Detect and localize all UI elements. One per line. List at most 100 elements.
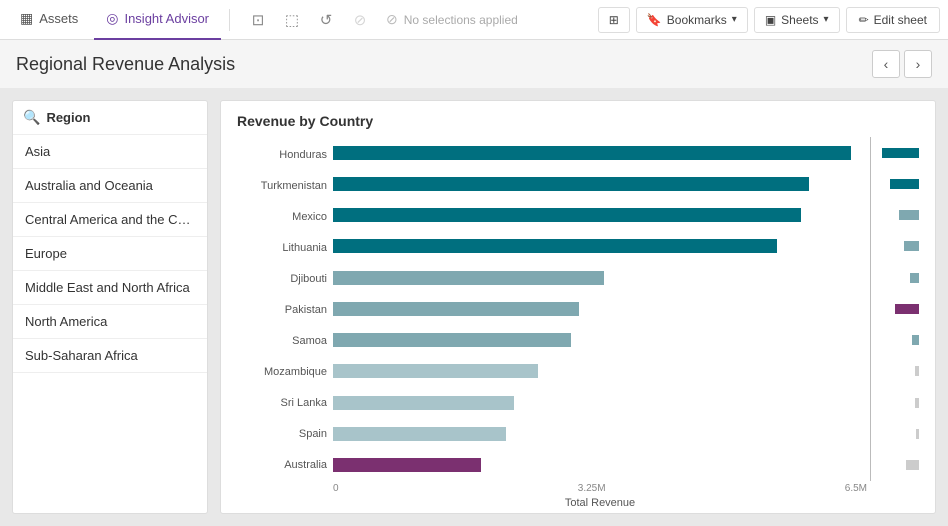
side-bar: [910, 273, 919, 283]
nav-tools: ⊡ ⬚ ↺ ⊘: [242, 4, 376, 36]
search-icon: 🔍: [23, 109, 40, 126]
bar-row-lithuania: [333, 235, 919, 257]
side-bar: [895, 304, 919, 314]
chart-body: Honduras Turkmenistan Mexico Lithuania D…: [237, 137, 919, 481]
side-bar: [912, 335, 919, 345]
chart-panel: Revenue by Country Honduras Turkmenistan…: [220, 100, 936, 514]
edit-sheet-label: Edit sheet: [874, 13, 927, 27]
page-title: Regional Revenue Analysis: [16, 54, 235, 75]
side-bar: [882, 148, 919, 158]
clear-tool: ⊘: [344, 4, 376, 36]
sidebar: 🔍 Region Asia Australia and Oceania Cent…: [12, 100, 208, 514]
main-bars: [333, 137, 919, 481]
rotate-tool[interactable]: ↺: [310, 4, 342, 36]
sidebar-item-north-america[interactable]: North America: [13, 305, 207, 339]
x-axis-label: Total Revenue: [333, 494, 867, 509]
bar-fill: [333, 302, 579, 316]
nav-right: ⊞ 🔖 Bookmarks ▾ ▣ Sheets ▾ ✏ Edit sheet: [598, 7, 940, 33]
bar-fill: [333, 146, 851, 160]
x-tick-65: 6.5M: [845, 483, 867, 494]
label-mozambique: Mozambique: [237, 366, 327, 378]
sidebar-item-middle-east[interactable]: Middle East and North Africa: [13, 271, 207, 305]
bar-row-djibouti: [333, 267, 919, 289]
side-bar: [915, 366, 919, 376]
bar-row-spain: [333, 423, 919, 445]
label-lithuania: Lithuania: [237, 242, 327, 254]
bar-track: [333, 333, 867, 347]
label-australia: Australia: [237, 459, 327, 471]
rect-tool[interactable]: ⬚: [276, 4, 308, 36]
bookmarks-chevron: ▾: [732, 14, 737, 25]
bar-fill: [333, 271, 604, 285]
sidebar-item-australia[interactable]: Australia and Oceania: [13, 169, 207, 203]
bar-track: [333, 364, 867, 378]
tab-assets-label: Assets: [39, 11, 78, 26]
edit-sheet-btn[interactable]: ✏ Edit sheet: [846, 7, 940, 33]
tab-insight-label: Insight Advisor: [124, 11, 209, 26]
bar-row-pakistan: [333, 298, 919, 320]
bar-track: [333, 302, 867, 316]
sidebar-item-sub-saharan[interactable]: Sub-Saharan Africa: [13, 339, 207, 373]
insight-icon: ◎: [106, 10, 118, 27]
assets-icon: ▦: [20, 10, 33, 27]
label-mexico: Mexico: [237, 211, 327, 223]
nav-divider-1: [229, 9, 230, 31]
bar-track: [333, 427, 867, 441]
bar-row-mexico: [333, 204, 919, 226]
side-bar: [904, 241, 919, 251]
chart-title: Revenue by Country: [221, 101, 935, 137]
bar-track: [333, 396, 867, 410]
bar-labels: Honduras Turkmenistan Mexico Lithuania D…: [237, 137, 333, 481]
side-bar: [906, 460, 919, 470]
edit-icon: ✏: [859, 13, 869, 27]
page-navigation: ‹ ›: [872, 50, 932, 78]
bar-track: [333, 458, 867, 472]
sidebar-item-central-america[interactable]: Central America and the Cari...: [13, 203, 207, 237]
bar-track: [333, 208, 867, 222]
bar-track: [333, 177, 867, 191]
sidebar-list: Asia Australia and Oceania Central Ameri…: [13, 135, 207, 513]
bars-container: [333, 137, 919, 481]
page-header: Regional Revenue Analysis ‹ ›: [0, 40, 948, 88]
sheets-icon: ▣: [765, 13, 776, 27]
main-area: 🔍 Region Asia Australia and Oceania Cent…: [0, 88, 948, 526]
sidebar-item-europe[interactable]: Europe: [13, 237, 207, 271]
bar-fill: [333, 333, 571, 347]
page-content: Regional Revenue Analysis ‹ › 🔍 Region A…: [0, 40, 948, 526]
chart-area: Honduras Turkmenistan Mexico Lithuania D…: [221, 137, 935, 513]
bar-row-australia: [333, 454, 919, 476]
label-turkmenistan: Turkmenistan: [237, 180, 327, 192]
tab-assets[interactable]: ▦ Assets: [8, 0, 90, 40]
bookmarks-label: Bookmarks: [667, 13, 727, 27]
bar-fill: [333, 458, 481, 472]
bar-fill: [333, 239, 777, 253]
bar-fill: [333, 177, 809, 191]
page-next-btn[interactable]: ›: [904, 50, 932, 78]
sidebar-item-asia[interactable]: Asia: [13, 135, 207, 169]
tab-insight-advisor[interactable]: ◎ Insight Advisor: [94, 0, 221, 40]
label-honduras: Honduras: [237, 149, 327, 161]
divider-line: [870, 137, 871, 481]
page-prev-btn[interactable]: ‹: [872, 50, 900, 78]
bar-fill: [333, 208, 801, 222]
bar-track: [333, 146, 867, 160]
top-nav: ▦ Assets ◎ Insight Advisor ⊡ ⬚ ↺ ⊘ ⊘ No …: [0, 0, 948, 40]
bar-track: [333, 271, 867, 285]
side-bar: [916, 429, 919, 439]
side-bar: [899, 210, 919, 220]
grid-view-btn[interactable]: ⊞: [598, 7, 630, 33]
lasso-tool[interactable]: ⊡: [242, 4, 274, 36]
label-sri-lanka: Sri Lanka: [237, 397, 327, 409]
bar-row-samoa: [333, 329, 919, 351]
sheets-btn[interactable]: ▣ Sheets ▾: [754, 7, 840, 33]
bookmarks-btn[interactable]: 🔖 Bookmarks ▾: [636, 7, 748, 33]
label-djibouti: Djibouti: [237, 273, 327, 285]
sheets-chevron: ▾: [824, 14, 829, 25]
label-samoa: Samoa: [237, 335, 327, 347]
bar-fill: [333, 396, 514, 410]
grid-icon: ⊞: [609, 13, 619, 27]
bar-fill: [333, 364, 538, 378]
label-pakistan: Pakistan: [237, 304, 327, 316]
no-selections-indicator: ⊘ No selections applied: [386, 11, 518, 28]
bar-row-honduras: [333, 142, 919, 164]
